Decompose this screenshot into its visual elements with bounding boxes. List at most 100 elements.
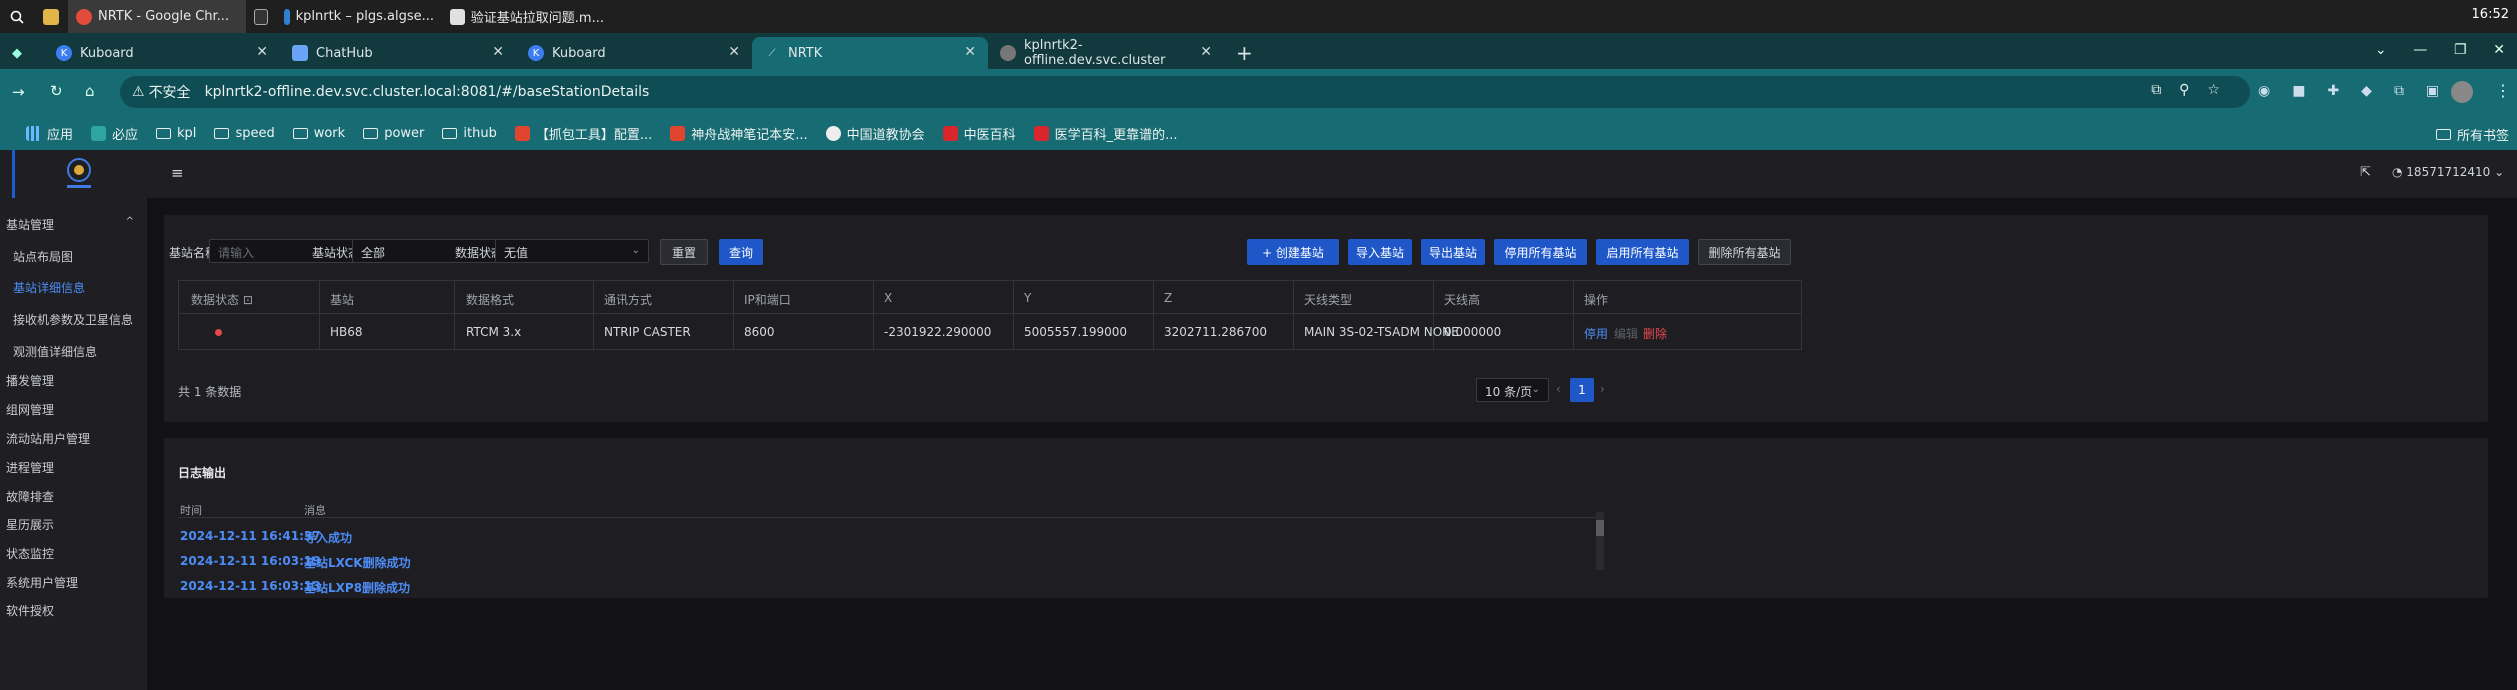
avatar[interactable]	[2451, 81, 2473, 103]
menu-base-mgmt[interactable]: 基站管理 ^	[6, 216, 134, 233]
disable-link[interactable]: 停用	[1584, 325, 1608, 342]
cell-antenna-type: MAIN 3S-02-TSADM NONE	[1304, 325, 1459, 339]
user-menu[interactable]: ◔ 18571712410 ⌄	[2392, 165, 2504, 179]
sidebar: 基站管理 ^ 站点布局图 基站详细信息 接收机参数及卫星信息 观测值详细信息 播发…	[0, 150, 147, 690]
filter-icon[interactable]: ⊡	[243, 293, 253, 307]
log-message: 基站LXCK删除成功	[304, 556, 411, 570]
menu-ephemeris[interactable]: 星历展示	[6, 516, 54, 533]
scrollbar-thumb[interactable]	[1596, 520, 1604, 536]
tab-kplnrtk2[interactable]: kplnrtk2-offline.dev.svc.cluster ✕	[988, 37, 1224, 69]
tab-nrtk[interactable]: ⟋ NRTK ✕	[752, 37, 988, 69]
bookmark-medical[interactable]: 医学百科_更靠谱的...	[1033, 124, 1178, 143]
search-icon[interactable]	[0, 0, 34, 33]
fullscreen-icon[interactable]: ⇱	[2360, 165, 2371, 180]
cell-base: HB68	[330, 325, 363, 339]
reload-icon[interactable]: ↻	[50, 82, 63, 100]
query-button[interactable]: 查询	[719, 239, 763, 265]
col-antenna-type: 天线类型	[1304, 293, 1353, 307]
menu-broadcast[interactable]: 播发管理	[6, 372, 54, 389]
app-header: ≡ ⇱ ◔ 18571712410 ⌄	[147, 150, 2517, 198]
data-status-select[interactable]: 无值 ⌄	[495, 239, 649, 263]
import-base-button[interactable]: 导入基站	[1348, 239, 1412, 265]
bookmark-bing[interactable]: 必应	[91, 124, 138, 143]
menu-site-layout[interactable]: 站点布局图	[13, 248, 73, 265]
close-icon[interactable]: ✕	[964, 44, 976, 60]
url-bar[interactable]: ⚠ 不安全 kplnrtk2-offline.dev.svc.cluster.l…	[120, 76, 2250, 108]
log-col-msg: 消息	[304, 504, 326, 517]
menu-receiver-params[interactable]: 接收机参数及卫星信息	[13, 311, 133, 328]
edit-link[interactable]: 编辑	[1614, 325, 1638, 342]
divider	[733, 281, 734, 349]
new-tab-button[interactable]: +	[1224, 37, 1264, 69]
close-icon[interactable]: ✕	[728, 44, 740, 60]
page-size-select[interactable]: 10 条/页 ⌄	[1476, 378, 1549, 402]
menu-process[interactable]: 进程管理	[6, 459, 54, 476]
enable-all-button[interactable]: 启用所有基站	[1596, 239, 1689, 265]
close-icon[interactable]: ✕	[256, 44, 268, 60]
extension-icons[interactable]: ◉■✚◆⧉▣	[2258, 83, 2461, 99]
back-icon[interactable]: →	[12, 83, 25, 101]
tcm-icon	[942, 125, 958, 141]
divider	[319, 281, 320, 349]
bookmark-kpl[interactable]: kpl	[156, 126, 196, 141]
col-ops: 操作	[1584, 293, 1609, 307]
log-time: 2024-12-11 16:03:13	[180, 579, 321, 593]
menu-troubleshoot[interactable]: 故障排查	[6, 488, 54, 505]
user-icon: ◔	[2392, 165, 2407, 179]
total-count: 共 1 条数据	[178, 385, 242, 399]
close-icon[interactable]: ✕	[492, 44, 504, 60]
reset-button[interactable]: 重置	[660, 239, 708, 265]
file-explorer-icon[interactable]	[34, 0, 68, 33]
folder-icon	[363, 127, 379, 139]
taskbar-chrome[interactable]: NRTK - Google Chr...	[68, 0, 246, 33]
export-base-button[interactable]: 导出基站	[1421, 239, 1485, 265]
tab-search-icon[interactable]: ◆	[0, 37, 44, 69]
delete-all-button[interactable]: 删除所有基站	[1698, 239, 1791, 265]
bookmark-tcm[interactable]: 中医百科	[942, 124, 1016, 143]
create-base-button[interactable]: + 创建基站	[1247, 239, 1339, 265]
menu-observation-details[interactable]: 观测值详细信息	[13, 343, 97, 360]
hamburger-icon[interactable]: ≡	[171, 164, 184, 182]
nrtk-icon: ⟋	[768, 47, 776, 59]
cell-comm: NTRIP CASTER	[604, 325, 691, 339]
clock: 16:52	[2471, 7, 2509, 22]
all-bookmarks[interactable]: 所有书签	[2435, 125, 2509, 144]
bookmark-apps[interactable]: 应用	[26, 124, 73, 143]
menu-icon[interactable]: ⋮	[2495, 81, 2511, 100]
main-content: 基站名称 请输入 基站状态 全部 ⌄ 数据状态 无值 ⌄ 重置 查询 + 创建基站 …	[147, 198, 2517, 690]
tab-chathub[interactable]: ChatHub ✕	[280, 37, 516, 69]
menu-system-users[interactable]: 系统用户管理	[6, 574, 78, 591]
disable-all-button[interactable]: 停用所有基站	[1494, 239, 1587, 265]
taskbar-typora[interactable]: 验证基站拉取问题.m...	[442, 0, 612, 33]
taskbar-vscode[interactable]: kplnrtk – plgs.algse...	[276, 0, 442, 33]
terminal-icon[interactable]	[246, 0, 276, 33]
window-controls[interactable]: ⌄ — ❐ ✕	[2375, 42, 2505, 58]
menu-status-monitor[interactable]: 状态监控	[6, 545, 54, 562]
page-1-button[interactable]: 1	[1570, 378, 1594, 402]
menu-network[interactable]: 组网管理	[6, 401, 54, 418]
bookmark-work[interactable]: work	[292, 126, 345, 141]
tab-kuboard-2[interactable]: K Kuboard ✕	[516, 37, 752, 69]
status-dot	[215, 329, 222, 336]
close-icon[interactable]: ✕	[1200, 44, 1212, 60]
bookmark-laptop[interactable]: 神舟战神笔记本安...	[670, 124, 808, 143]
delete-link[interactable]: 删除	[1643, 325, 1667, 342]
prev-page-icon[interactable]: ‹	[1556, 382, 1561, 396]
col-z: Z	[1164, 291, 1173, 305]
tab-kuboard-1[interactable]: K Kuboard ✕	[44, 37, 280, 69]
menu-rover-users[interactable]: 流动站用户管理	[6, 430, 90, 447]
menu-license[interactable]: 软件授权	[6, 602, 54, 619]
bookmark-speed[interactable]: speed	[214, 126, 275, 141]
bookmark-ithub[interactable]: ithub	[442, 126, 497, 141]
globe-icon	[825, 125, 841, 141]
bookmark-power[interactable]: power	[363, 126, 424, 141]
bookmark-capture[interactable]: 【抓包工具】配置...	[514, 124, 652, 143]
chevron-down-icon: ⌄	[1531, 384, 1540, 395]
bing-icon	[91, 125, 107, 141]
log-scrollbar[interactable]	[1596, 512, 1604, 570]
next-page-icon[interactable]: ›	[1600, 382, 1605, 396]
menu-base-details[interactable]: 基站详细信息	[13, 279, 85, 296]
home-icon[interactable]: ⌂	[85, 82, 95, 100]
bookmark-taoism[interactable]: 中国道教协会	[825, 124, 925, 143]
bookmark-star-icon[interactable]: ⧉⚲☆	[2151, 82, 2238, 98]
